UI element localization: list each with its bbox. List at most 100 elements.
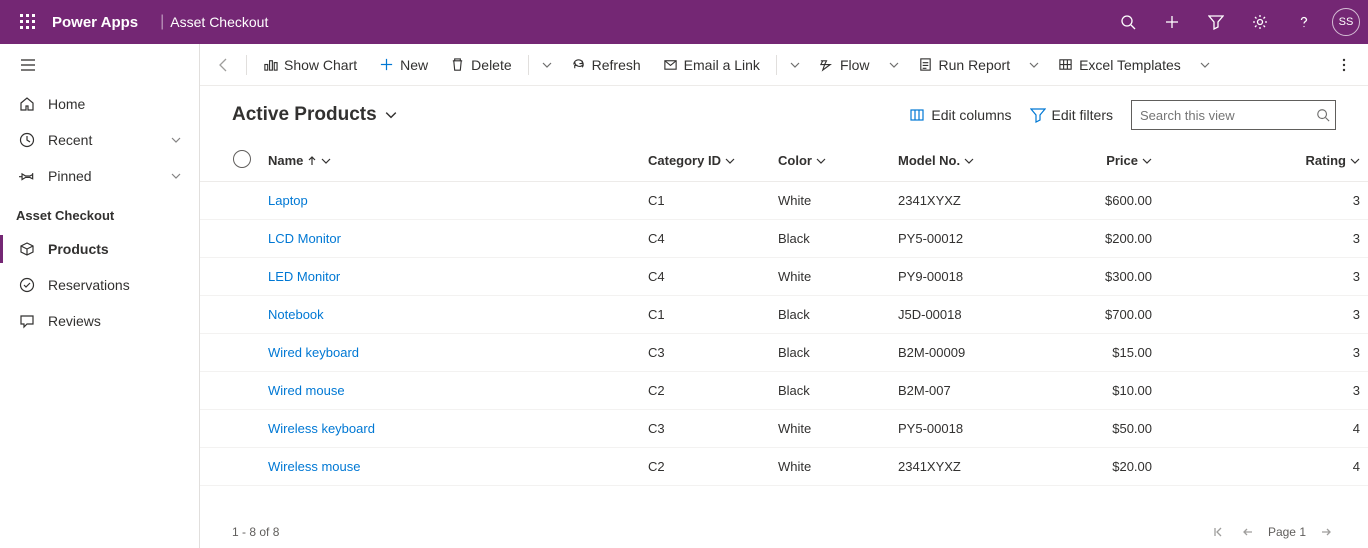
sidebar-item-pinned[interactable]: Pinned	[0, 158, 199, 194]
table-row[interactable]: Wireless keyboard C3 White PY5-00018 $50…	[200, 410, 1368, 448]
next-page-button[interactable]	[1316, 522, 1336, 542]
new-button[interactable]: New	[369, 49, 438, 81]
back-button[interactable]	[208, 49, 240, 81]
separator	[246, 55, 247, 75]
chevron-down-icon	[790, 60, 800, 70]
chevron-down-icon	[321, 156, 331, 166]
sidebar-item-products[interactable]: Products	[0, 231, 199, 267]
trash-icon	[450, 57, 465, 72]
column-rating[interactable]: Rating	[1160, 140, 1368, 182]
table-row[interactable]: LED Monitor C4 White PY9-00018 $300.00 3	[200, 258, 1368, 296]
mail-icon	[663, 57, 678, 72]
cube-icon	[18, 240, 36, 258]
delete-button[interactable]: Delete	[440, 49, 521, 81]
header-row: Name Category ID Color Model No. Price R…	[200, 140, 1368, 182]
edit-filters-button[interactable]: Edit filters	[1030, 107, 1113, 123]
row-name-link[interactable]: LCD Monitor	[260, 220, 640, 258]
row-category: C3	[640, 334, 770, 372]
row-name-link[interactable]: Wired keyboard	[260, 334, 640, 372]
search-view-box[interactable]	[1131, 100, 1336, 130]
search-input[interactable]	[1140, 108, 1316, 123]
sidebar-item-home[interactable]: Home	[0, 86, 199, 122]
more-vertical-icon	[1336, 57, 1352, 73]
delete-dropdown[interactable]	[535, 49, 559, 81]
sidebar-toggle[interactable]	[0, 44, 199, 86]
top-header: Power Apps | Asset Checkout SS	[0, 0, 1368, 44]
row-category: C2	[640, 448, 770, 486]
comment-icon	[18, 312, 36, 330]
row-rating: 4	[1160, 410, 1368, 448]
email-link-button[interactable]: Email a Link	[653, 49, 770, 81]
table-row[interactable]: Laptop C1 White 2341XYXZ $600.00 3	[200, 182, 1368, 220]
table-row[interactable]: Wireless mouse C2 White 2341XYXZ $20.00 …	[200, 448, 1368, 486]
prev-page-button[interactable]	[1238, 522, 1258, 542]
pager: Page 1	[1208, 522, 1336, 542]
excel-dropdown[interactable]	[1193, 49, 1217, 81]
show-chart-button[interactable]: Show Chart	[253, 49, 367, 81]
row-name-link[interactable]: Wireless mouse	[260, 448, 640, 486]
row-model: 2341XYXZ	[890, 448, 1060, 486]
gear-icon	[1252, 14, 1268, 30]
row-rating: 3	[1160, 334, 1368, 372]
refresh-button[interactable]: Refresh	[561, 49, 651, 81]
column-category[interactable]: Category ID	[640, 140, 770, 182]
row-category: C3	[640, 410, 770, 448]
column-color[interactable]: Color	[770, 140, 890, 182]
table-row[interactable]: LCD Monitor C4 Black PY5-00012 $200.00 3	[200, 220, 1368, 258]
first-page-button[interactable]	[1208, 522, 1228, 542]
user-avatar[interactable]: SS	[1332, 8, 1360, 36]
row-select[interactable]	[200, 182, 260, 220]
email-dropdown[interactable]	[783, 49, 807, 81]
sidebar-item-reviews[interactable]: Reviews	[0, 303, 199, 339]
arrow-left-icon	[1242, 526, 1254, 538]
edit-columns-button[interactable]: Edit columns	[909, 107, 1011, 123]
settings-button[interactable]	[1240, 0, 1280, 44]
row-select[interactable]	[200, 334, 260, 372]
refresh-icon	[571, 57, 586, 72]
select-all-column[interactable]	[200, 140, 260, 182]
view-selector[interactable]: Active Products	[232, 104, 397, 126]
row-select[interactable]	[200, 258, 260, 296]
chevron-down-icon	[1200, 60, 1210, 70]
row-select[interactable]	[200, 220, 260, 258]
columns-icon	[909, 107, 925, 123]
row-rating: 3	[1160, 220, 1368, 258]
table-row[interactable]: Notebook C1 Black J5D-00018 $700.00 3	[200, 296, 1368, 334]
home-icon	[18, 95, 36, 113]
flow-button[interactable]: Flow	[809, 49, 880, 81]
row-model: PY5-00012	[890, 220, 1060, 258]
row-price: $700.00	[1060, 296, 1160, 334]
overflow-button[interactable]	[1328, 49, 1360, 81]
grid-wrapper: Name Category ID Color Model No. Price R…	[200, 140, 1368, 516]
table-row[interactable]: Wired mouse C2 Black B2M-007 $10.00 3	[200, 372, 1368, 410]
waffle-launcher[interactable]	[8, 0, 48, 44]
report-dropdown[interactable]	[1022, 49, 1046, 81]
row-model: PY5-00018	[890, 410, 1060, 448]
column-price[interactable]: Price	[1060, 140, 1160, 182]
row-name-link[interactable]: Laptop	[260, 182, 640, 220]
row-select[interactable]	[200, 296, 260, 334]
brand-separator: |	[160, 13, 164, 31]
row-name-link[interactable]: LED Monitor	[260, 258, 640, 296]
row-name-link[interactable]: Notebook	[260, 296, 640, 334]
column-model[interactable]: Model No.	[890, 140, 1060, 182]
row-name-link[interactable]: Wired mouse	[260, 372, 640, 410]
row-select[interactable]	[200, 372, 260, 410]
sidebar-item-reservations[interactable]: Reservations	[0, 267, 199, 303]
row-color: White	[770, 182, 890, 220]
table-row[interactable]: Wired keyboard C3 Black B2M-00009 $15.00…	[200, 334, 1368, 372]
filter-global-button[interactable]	[1196, 0, 1236, 44]
row-select[interactable]	[200, 448, 260, 486]
search-global-button[interactable]	[1108, 0, 1148, 44]
run-report-button[interactable]: Run Report	[908, 49, 1021, 81]
help-button[interactable]	[1284, 0, 1324, 44]
excel-templates-button[interactable]: Excel Templates	[1048, 49, 1191, 81]
row-name-link[interactable]: Wireless keyboard	[260, 410, 640, 448]
add-button[interactable]	[1152, 0, 1192, 44]
row-select[interactable]	[200, 410, 260, 448]
sidebar-item-recent[interactable]: Recent	[0, 122, 199, 158]
flow-icon	[819, 57, 834, 72]
select-all-checkbox[interactable]	[233, 150, 251, 168]
flow-dropdown[interactable]	[882, 49, 906, 81]
column-name[interactable]: Name	[260, 140, 640, 182]
